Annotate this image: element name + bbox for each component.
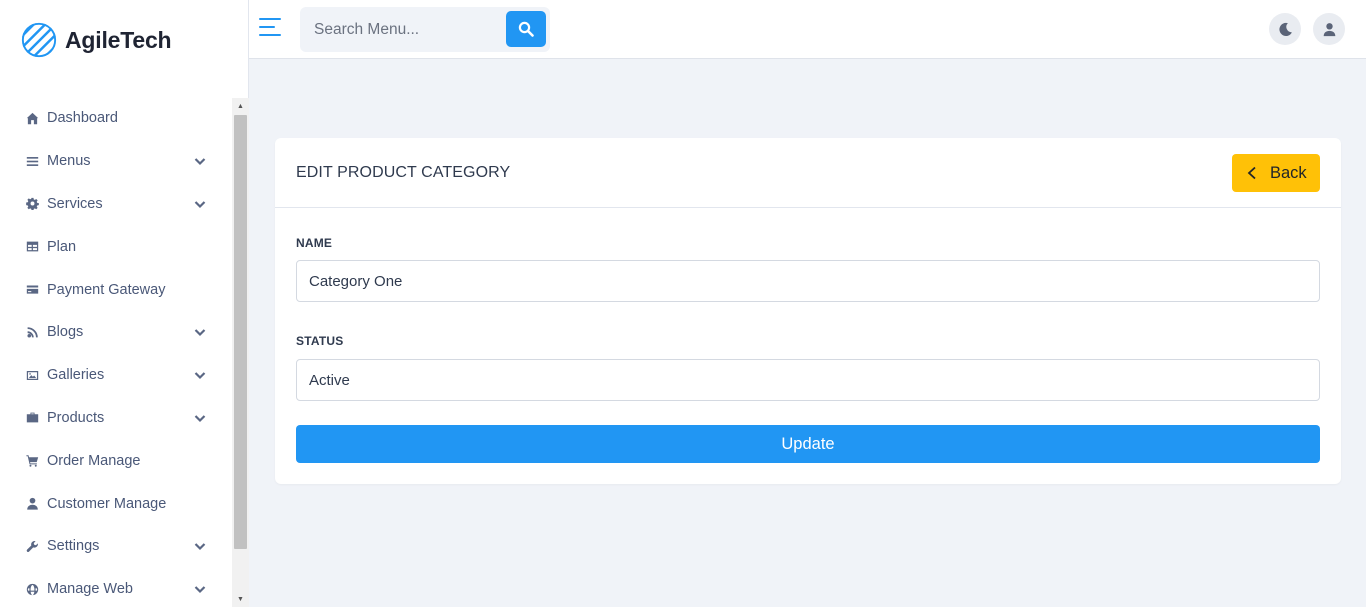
sidebar-item-settings[interactable]: Settings (0, 525, 232, 568)
chevron-down-icon[interactable] (194, 155, 206, 167)
sidebar-scrollbar[interactable]: ▲ ▼ (232, 98, 249, 607)
user-icon (1323, 22, 1335, 36)
sidebar-item-products[interactable]: Products (0, 397, 232, 440)
sidebar-item-order-manage[interactable]: Order Manage (0, 439, 232, 482)
sidebar-item-label: Galleries (47, 367, 105, 384)
sidebar-item-label: Blogs (47, 324, 84, 341)
globe-icon (24, 581, 40, 597)
menu-toggle-icon[interactable] (259, 18, 283, 40)
sidebar-item-label: Order Manage (47, 452, 141, 469)
search-input[interactable] (300, 7, 500, 52)
name-label: NAME (296, 236, 333, 250)
edit-category-card: EDIT PRODUCT CATEGORY Back NAME Category… (275, 138, 1341, 484)
search-button[interactable] (506, 11, 546, 47)
sidebar-item-services[interactable]: Services (0, 183, 232, 226)
sidebar-item-galleries[interactable]: Galleries (0, 354, 232, 397)
sidebar-item-label: Menus (47, 153, 91, 170)
briefcase-icon (24, 410, 40, 426)
search-bar (300, 7, 550, 52)
card-header: EDIT PRODUCT CATEGORY Back (275, 138, 1341, 208)
brand[interactable]: AgileTech (20, 20, 172, 60)
sidebar-item-label: Products (47, 409, 105, 426)
scroll-up-arrow-icon[interactable]: ▲ (232, 98, 249, 114)
sidebar-item-plan[interactable]: Plan (0, 225, 232, 268)
scroll-down-arrow-icon[interactable]: ▼ (232, 591, 249, 607)
sidebar-item-payment-gateway[interactable]: Payment Gateway (0, 268, 232, 311)
sidebar-menu: Dashboard Menus Services Plan Payment Ga… (0, 97, 232, 607)
blog-icon (24, 324, 40, 340)
sidebar-item-label: Payment Gateway (47, 281, 166, 298)
home-icon (24, 110, 40, 126)
sidebar-item-label: Customer Manage (47, 495, 167, 512)
chevron-down-icon[interactable] (194, 326, 206, 338)
chevron-down-icon[interactable] (194, 198, 206, 210)
brand-logo-icon (21, 22, 57, 58)
table-icon (24, 239, 40, 255)
scrollbar-thumb[interactable] (234, 115, 247, 549)
search-icon (518, 21, 534, 37)
chevron-down-icon[interactable] (194, 369, 206, 381)
chevron-down-icon[interactable] (194, 540, 206, 552)
back-button[interactable]: Back (1232, 154, 1320, 192)
update-button[interactable]: Update (296, 425, 1320, 463)
name-input[interactable]: Category One (296, 260, 1320, 302)
moon-icon (1278, 22, 1292, 36)
chevron-left-icon (1247, 166, 1256, 180)
brand-name: AgileTech (65, 26, 172, 53)
dark-mode-toggle[interactable] (1269, 13, 1301, 45)
back-button-label: Back (1270, 163, 1307, 182)
sidebar-item-label: Dashboard (47, 110, 118, 127)
sidebar-item-customer-manage[interactable]: Customer Manage (0, 482, 232, 525)
sidebar: AgileTech Dashboard Menus Services Plan … (0, 0, 249, 607)
topbar (249, 0, 1366, 59)
sidebar-item-label: Services (47, 195, 103, 212)
sidebar-item-label: Plan (47, 238, 77, 255)
cart-icon (24, 453, 40, 469)
gear-icon (24, 196, 40, 212)
status-select[interactable]: Active (296, 359, 1320, 401)
chevron-down-icon[interactable] (194, 583, 206, 595)
chevron-down-icon[interactable] (194, 412, 206, 424)
sidebar-item-manage-web[interactable]: Manage Web (0, 568, 232, 607)
sidebar-item-menus[interactable]: Menus (0, 140, 232, 183)
wrench-icon (24, 538, 40, 554)
page-title: EDIT PRODUCT CATEGORY (296, 164, 511, 181)
status-label: STATUS (296, 334, 344, 348)
sidebar-item-dashboard[interactable]: Dashboard (0, 97, 232, 140)
sidebar-item-label: Manage Web (47, 581, 133, 598)
credit-card-icon (24, 282, 40, 298)
image-icon (24, 367, 40, 383)
sidebar-item-label: Settings (47, 538, 100, 555)
bars-icon (24, 153, 40, 169)
user-icon (24, 496, 40, 512)
sidebar-item-blogs[interactable]: Blogs (0, 311, 232, 354)
user-menu-button[interactable] (1313, 13, 1345, 45)
